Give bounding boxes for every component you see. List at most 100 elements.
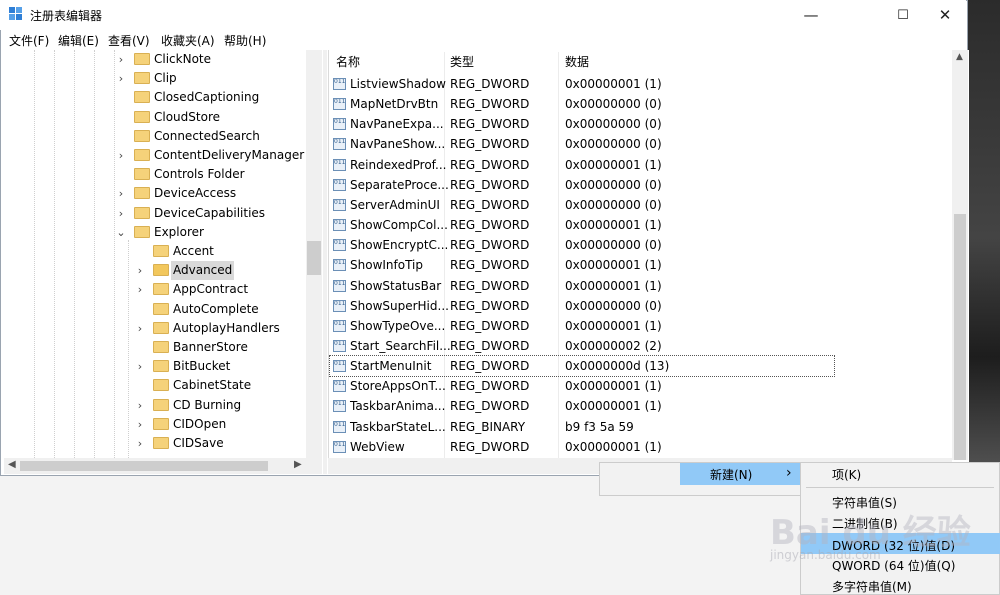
value-type: REG_DWORD (450, 278, 530, 293)
tree-item[interactable]: › AppContract (135, 280, 306, 299)
tree-vertical-scroll-thumb[interactable] (307, 241, 321, 275)
tree-item[interactable]: › CD Burning (135, 396, 306, 415)
tree-item[interactable]: CabinetState (135, 376, 306, 395)
tree-item[interactable]: › BitBucket (135, 357, 306, 376)
tree-item[interactable]: ⌄ Explorer (116, 223, 306, 242)
tree-item[interactable]: CloudStore (116, 108, 306, 127)
tree-item[interactable]: ClosedCaptioning (116, 88, 306, 107)
tree-item[interactable]: › ClickNote (116, 50, 306, 69)
tree-item[interactable]: Controls Folder (116, 165, 306, 184)
column-header-name[interactable]: 名称 (336, 52, 360, 72)
list-vertical-scroll-thumb[interactable] (954, 214, 966, 460)
tree-item-label: CloudStore (154, 109, 220, 124)
tree-item[interactable]: AutoComplete (135, 300, 306, 319)
tree-horizontal-scroll-thumb[interactable] (20, 461, 268, 471)
tree-item[interactable]: › ContentDeliveryManager (116, 146, 306, 165)
value-row[interactable]: 011 ShowCompCol... REG_DWORD 0x00000001 (1) (330, 215, 834, 235)
chevron-right-icon[interactable]: › (135, 357, 145, 376)
chevron-right-icon[interactable]: › (116, 50, 126, 69)
submenu-item-key[interactable]: 项(K) (832, 466, 861, 483)
tree-item[interactable]: › Clip (116, 69, 306, 88)
value-row[interactable]: 011 StoreAppsOnT... REG_DWORD 0x00000001 (1… (330, 376, 834, 396)
binary-value-icon: 011 (333, 138, 346, 151)
tree-item[interactable]: › AutoplayHandlers (135, 319, 306, 338)
pane-splitter[interactable] (323, 50, 327, 474)
chevron-right-icon[interactable]: › (135, 319, 145, 338)
value-data: 0x00000001 (1) (565, 258, 662, 273)
chevron-right-icon[interactable]: › (135, 280, 145, 299)
tree-item-label: Accent (173, 244, 214, 258)
value-type: REG_DWORD (450, 197, 530, 212)
value-row[interactable]: 011 TaskbarStateL... REG_BINARY b9 f3 5a 59 (330, 417, 834, 437)
value-row[interactable]: 011 ShowSuperHid... REG_DWORD 0x00000000 (0… (330, 296, 834, 316)
tree-item[interactable]: › Advanced (135, 261, 306, 281)
menu-help[interactable]: 帮助(H) (224, 32, 266, 49)
minimize-button[interactable]: — (788, 0, 834, 30)
value-row[interactable]: 011 Start_SearchFil... REG_DWORD 0x00000002… (330, 336, 834, 356)
tree-item[interactable]: › CIDOpen (135, 415, 306, 434)
scroll-right-icon[interactable]: ▶ (294, 459, 302, 470)
tree-item[interactable]: › CIDSave (135, 434, 306, 453)
value-row[interactable]: 011 ListviewShadow REG_DWORD 0x00000001 (1) (330, 74, 834, 94)
folder-icon (153, 245, 169, 257)
chevron-right-icon[interactable]: › (116, 184, 126, 203)
value-name: MapNetDrvBtn (350, 97, 439, 112)
chevron-right-icon[interactable]: › (116, 204, 126, 223)
value-type: REG_DWORD (450, 117, 530, 132)
menu-file[interactable]: 文件(F) (9, 32, 49, 49)
binary-value-icon: 011 (333, 339, 346, 352)
close-button[interactable]: ✕ (922, 0, 968, 30)
value-row[interactable]: 011 ShowEncryptC... REG_DWORD 0x00000000 (0… (330, 235, 834, 255)
folder-icon (134, 187, 150, 200)
value-row[interactable]: 011 NavPaneExpa... REG_DWORD 0x00000000 (0) (330, 114, 834, 134)
value-row[interactable]: 011 ShowStatusBar REG_DWORD 0x00000001 (1) (330, 276, 834, 296)
folder-icon (134, 225, 150, 238)
tree-item[interactable]: Accent (135, 242, 306, 261)
binary-value-icon: 011 (333, 158, 346, 171)
chevron-right-icon[interactable]: › (135, 261, 145, 280)
value-name: TaskbarStateL... (350, 419, 446, 434)
folder-icon (153, 321, 169, 334)
value-data: 0x00000001 (1) (565, 318, 662, 333)
value-row[interactable]: 011 ReindexedProf... REG_DWORD 0x00000001 (… (330, 155, 834, 175)
scroll-left-icon[interactable]: ◀ (8, 459, 16, 470)
tree-item[interactable]: › DeviceCapabilities (116, 204, 306, 223)
value-data: 0x00000001 (1) (565, 439, 662, 454)
menu-edit[interactable]: 编辑(E) (58, 32, 99, 49)
tree-item-label: AutoComplete (173, 301, 259, 316)
tree-item[interactable]: BannerStore (135, 338, 306, 357)
tree-item[interactable]: › DeviceAccess (116, 184, 306, 203)
scroll-up-icon[interactable]: ▲ (956, 52, 963, 62)
chevron-right-icon[interactable]: › (116, 146, 126, 165)
submenu-item-multistring[interactable]: 多字符串值(M) (832, 578, 912, 595)
value-row[interactable]: 011 WebView REG_DWORD 0x00000001 (1) (330, 437, 834, 457)
menu-favorites[interactable]: 收藏夹(A) (161, 32, 215, 49)
value-row[interactable]: 011 SeparateProce... REG_DWORD 0x00000000 (… (330, 175, 834, 195)
value-row[interactable]: 011 StartMenuInit REG_DWORD 0x0000000d (13) (329, 355, 835, 378)
column-header-type[interactable]: 类型 (450, 52, 474, 72)
title-bar[interactable]: 注册表编辑器 — ☐ ✕ (0, 0, 966, 30)
window-title: 注册表编辑器 (30, 9, 103, 23)
chevron-right-icon[interactable]: › (116, 69, 126, 88)
value-row[interactable]: 011 ServerAdminUI REG_DWORD 0x00000000 (0) (330, 195, 834, 215)
binary-value-icon: 011 (333, 299, 346, 312)
folder-icon (153, 437, 169, 449)
chevron-down-icon[interactable]: ⌄ (116, 223, 126, 242)
value-row[interactable]: 011 MapNetDrvBtn REG_DWORD 0x00000000 (0) (330, 94, 834, 114)
value-row[interactable]: 011 NavPaneShow... REG_DWORD 0x00000000 (0) (330, 134, 834, 154)
column-header-data[interactable]: 数据 (565, 52, 589, 72)
chevron-right-icon[interactable]: › (135, 434, 145, 453)
value-name: SeparateProce... (350, 177, 449, 192)
folder-icon (153, 302, 169, 315)
maximize-button[interactable]: ☐ (880, 0, 926, 30)
value-row[interactable]: 011 ShowTypeOve... REG_DWORD 0x00000001 (1) (330, 316, 834, 336)
chevron-right-icon[interactable]: › (135, 415, 145, 434)
value-row[interactable]: 011 TaskbarAnima... REG_DWORD 0x00000001 (1… (330, 396, 834, 416)
tree-guide (114, 50, 115, 460)
menu-view[interactable]: 查看(V) (108, 32, 150, 49)
chevron-right-icon[interactable]: › (135, 396, 145, 415)
value-row[interactable]: 011 ShowInfoTip REG_DWORD 0x00000001 (1) (330, 255, 834, 275)
context-menu-new[interactable]: 新建(N) › (680, 463, 800, 485)
submenu-arrow-icon: › (786, 465, 792, 481)
tree-item[interactable]: ConnectedSearch (116, 127, 306, 146)
